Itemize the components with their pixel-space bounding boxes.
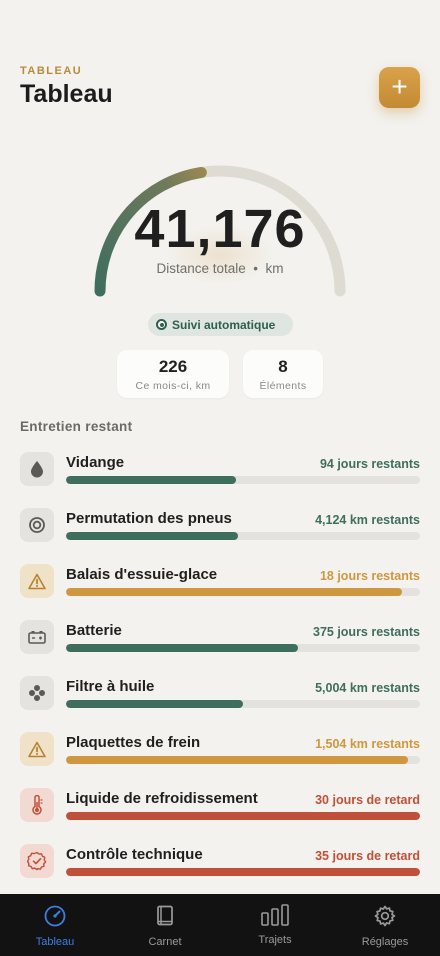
maintenance-row[interactable]: Liquide de refroidissement 30 jours de re…	[0, 788, 440, 844]
gear-icon	[374, 905, 396, 927]
stat-label: Éléments	[259, 380, 307, 392]
droplet-icon	[20, 452, 54, 486]
item-name: Batterie	[66, 622, 122, 639]
item-status: 375 jours restants	[313, 625, 420, 639]
progress-track	[66, 756, 420, 764]
filter-icon	[20, 676, 54, 710]
page-title: Tableau	[20, 80, 113, 108]
progress-track	[66, 812, 420, 820]
maintenance-row[interactable]: Filtre à huile 5,004 km restants	[0, 676, 440, 732]
maintenance-row[interactable]: Batterie 375 jours restants	[0, 620, 440, 676]
item-name: Vidange	[66, 454, 125, 471]
progress-track	[66, 588, 420, 596]
item-status: 35 jours de retard	[315, 849, 420, 863]
progress-track	[66, 644, 420, 652]
speedometer-icon	[44, 905, 66, 927]
badge-check-icon	[20, 844, 54, 878]
progress-fill	[66, 868, 420, 876]
warning-icon	[20, 564, 54, 598]
tab-label: Carnet	[148, 936, 182, 948]
progress-track	[66, 868, 420, 876]
maintenance-row[interactable]: Contrôle technique 35 jours de retard	[0, 844, 440, 900]
tab-label: Trajets	[258, 934, 292, 946]
tab-reglages[interactable]: Réglages	[340, 904, 430, 948]
warning-icon	[20, 732, 54, 766]
battery-icon	[20, 620, 54, 654]
progress-track	[66, 476, 420, 484]
item-name: Balais d'essuie-glace	[66, 566, 218, 583]
tab-carnet[interactable]: Carnet	[120, 904, 210, 948]
maintenance-row[interactable]: Vidange 94 jours restants	[0, 452, 440, 508]
progress-fill	[66, 644, 298, 652]
item-name: Filtre à huile	[66, 678, 155, 695]
tab-bar: Tableau Carnet Trajets Réglages	[0, 894, 440, 956]
odometer-caption: Distance totale • km	[156, 261, 284, 276]
progress-fill	[66, 756, 408, 764]
stat-card-month: 226 Ce mois-ci, km	[117, 350, 229, 398]
auto-tracking-label: Suivi automatique	[172, 317, 276, 332]
item-status: 1,504 km restants	[315, 737, 420, 751]
progress-fill	[66, 588, 403, 596]
progress-track	[66, 700, 420, 708]
progress-fill	[66, 532, 238, 540]
progress-fill	[66, 812, 420, 820]
tire-icon	[20, 508, 54, 542]
add-button[interactable]: +	[379, 67, 420, 108]
thermometer-icon	[20, 788, 54, 822]
progress-fill	[66, 700, 243, 708]
progress-fill	[66, 476, 236, 484]
item-status: 18 jours restants	[319, 569, 420, 583]
item-name: Liquide de refroidissement	[66, 790, 258, 807]
stat-value: 8	[278, 357, 288, 376]
stat-value: 226	[158, 357, 188, 376]
book-icon	[157, 905, 173, 926]
odometer-gauge: 41,176 Distance totale • km	[0, 150, 440, 310]
item-status: 30 jours de retard	[315, 793, 420, 807]
maintenance-row[interactable]: Plaquettes de frein 1,504 km restants	[0, 732, 440, 788]
tracking-dot-icon	[156, 319, 167, 330]
maintenance-row[interactable]: Balais d'essuie-glace 18 jours restants	[0, 564, 440, 620]
item-status: 5,004 km restants	[315, 681, 420, 695]
item-status: 94 jours restants	[319, 457, 420, 471]
progress-track	[66, 532, 420, 540]
section-title: Entretien restant	[20, 419, 133, 434]
tab-label: Tableau	[35, 936, 75, 948]
tab-trajets[interactable]: Trajets	[230, 904, 320, 946]
maintenance-row[interactable]: Permutation des pneus 4,124 km restants	[0, 508, 440, 564]
item-name: Contrôle technique	[66, 846, 203, 863]
tab-tableau[interactable]: Tableau	[10, 904, 100, 948]
eyebrow-label: TABLEAU	[20, 65, 83, 77]
item-status: 4,124 km restants	[315, 513, 420, 527]
item-name: Permutation des pneus	[66, 510, 232, 527]
item-name: Plaquettes de frein	[66, 734, 201, 751]
tab-label: Réglages	[361, 936, 409, 948]
stat-card-items: 8 Éléments	[243, 350, 323, 398]
stat-label: Ce mois-ci, km	[135, 380, 211, 392]
auto-tracking-badge[interactable]: Suivi automatique	[148, 313, 293, 336]
odometer-value: 41,176	[134, 199, 306, 259]
bars-icon	[261, 904, 289, 926]
